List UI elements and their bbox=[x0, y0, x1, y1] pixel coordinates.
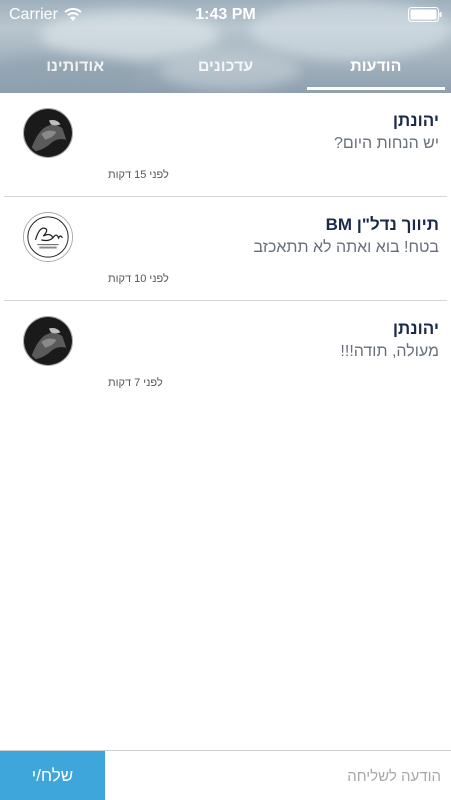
message-list: יהונתן יש הנחות היום? לפני 15 דקות תיווך… bbox=[0, 93, 451, 405]
tab-label: אודותינו bbox=[46, 57, 105, 75]
tab-bar: אודותינו עדכונים הודעות bbox=[0, 40, 451, 93]
tab-label: עדכונים bbox=[197, 57, 254, 75]
message-time: לפני 7 דקות bbox=[108, 377, 163, 389]
message-text: בטח! בוא ואתה לא תתאכזב bbox=[253, 239, 439, 256]
message-text: מעולה, תודה!!! bbox=[340, 343, 439, 360]
battery-icon bbox=[408, 7, 442, 22]
message-time: לפני 10 דקות bbox=[108, 273, 169, 285]
tab-updates[interactable]: עדכונים bbox=[150, 40, 300, 93]
message-composer: שלח/י bbox=[0, 750, 451, 800]
header: Carrier 1:43 PM אודותינו עדכונים הודעות bbox=[0, 0, 451, 93]
sender-name: תיווך נדל"ן BM bbox=[325, 215, 439, 234]
message-item[interactable]: תיווך נדל"ן BM בטח! בוא ואתה לא תתאכזב ל… bbox=[4, 197, 447, 301]
tab-label: הודעות bbox=[350, 57, 402, 75]
message-text: יש הנחות היום? bbox=[333, 135, 439, 152]
message-time: לפני 15 דקות bbox=[108, 169, 169, 181]
message-input[interactable] bbox=[105, 751, 451, 800]
message-item[interactable]: יהונתן יש הנחות היום? לפני 15 דקות bbox=[4, 93, 447, 197]
dark-photo-avatar bbox=[23, 316, 73, 366]
sender-name: יהונתן bbox=[392, 111, 439, 130]
bm-logo-avatar bbox=[23, 212, 73, 262]
dark-photo-avatar bbox=[23, 108, 73, 158]
send-button[interactable]: שלח/י bbox=[0, 751, 105, 800]
status-bar: Carrier 1:43 PM bbox=[0, 0, 451, 30]
tab-about[interactable]: אודותינו bbox=[0, 40, 150, 93]
status-time: 1:43 PM bbox=[195, 6, 256, 23]
tab-messages[interactable]: הודעות bbox=[301, 40, 451, 93]
message-item[interactable]: יהונתן מעולה, תודה!!! לפני 7 דקות bbox=[4, 301, 447, 405]
sender-name: יהונתן bbox=[392, 319, 439, 338]
